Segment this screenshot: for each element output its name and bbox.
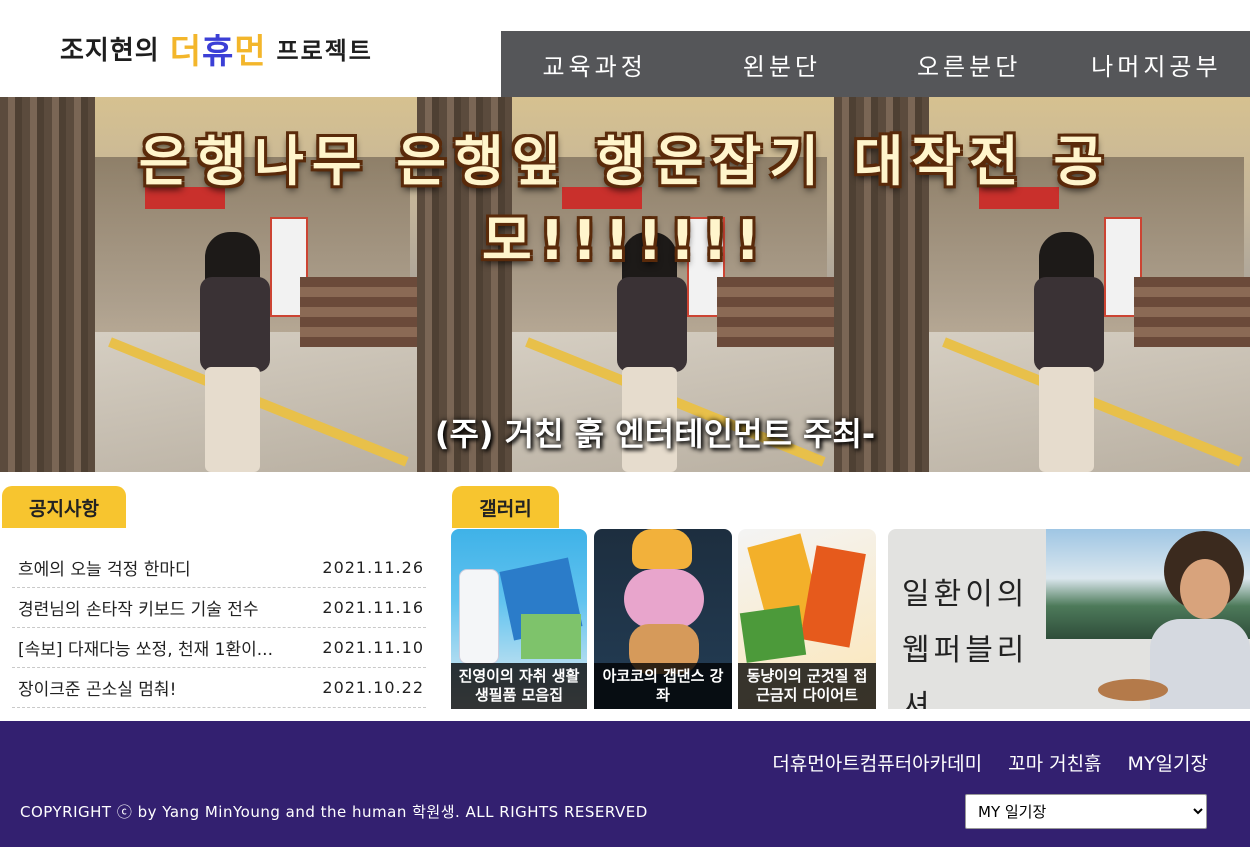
gallery-caption: 아코코의 갭댄스 강좌 (594, 663, 732, 709)
logo-part2: 더휴먼 (170, 24, 267, 73)
nav-left-section[interactable]: 왼분단 (688, 31, 875, 97)
notice-date: 2021.11.10 (322, 638, 424, 657)
logo-char-1: 더 (169, 31, 202, 72)
footer-link-diary[interactable]: MY일기장 (1128, 749, 1208, 776)
notice-title[interactable]: 흐에의 오늘 걱정 한마디 (18, 555, 191, 580)
gallery-caption: 진영이의 자취 생활 생필품 모음집 (451, 663, 587, 709)
notice-date: 2021.11.16 (322, 598, 424, 617)
site-header: 조지현의 더휴먼 프로젝트 교육과정 왼분단 오른분단 나머지공부 (0, 0, 1250, 97)
hero-banner: 은행나무 은행잎 행운잡기 대작전 공모!!!!!!! (주) 거친 흙 엔터테… (0, 97, 1250, 472)
notice-row[interactable]: [속보] 다재다능 쏘정, 천재 1환이... 2021.11.10 (12, 628, 426, 668)
notice-title[interactable]: [속보] 다재다능 쏘정, 천재 1환이... (18, 635, 273, 660)
site-footer: 더휴먼아트컴퓨터아카데미 꼬마 거친흙 MY일기장 COPYRIGHT ⓒ by… (0, 721, 1250, 847)
notice-date: 2021.10.22 (322, 678, 424, 697)
copyright-text: COPYRIGHT ⓒ by Yang MinYoung and the hum… (20, 803, 648, 821)
logo-char-2: 휴 (201, 31, 235, 72)
logo-char-3: 먼 (234, 31, 267, 72)
banner-subtitle: (주) 거친 흙 엔터테인먼트 주최- (434, 415, 876, 453)
nav-curriculum[interactable]: 교육과정 (501, 31, 688, 97)
nav-right-section[interactable]: 오른분단 (876, 31, 1063, 97)
nav-extra-study[interactable]: 나머지공부 (1063, 31, 1250, 97)
notice-row[interactable]: 경련님의 손타작 키보드 기술 전수 2021.11.16 (12, 588, 426, 628)
gallery-featured-text: 일환이의 웹퍼블리셔 (902, 577, 1029, 709)
notice-tab[interactable]: 공지사항 (2, 486, 126, 528)
main-nav: 교육과정 왼분단 오른분단 나머지공부 (501, 31, 1250, 97)
logo-part3: 프로젝트 (276, 36, 373, 65)
gallery-tab[interactable]: 갤러리 (452, 486, 559, 528)
gallery-item-3[interactable]: 동냥이의 군것질 접근금지 다이어트 (738, 529, 876, 709)
notice-row[interactable]: 흐에의 오늘 걱정 한마디 2021.11.26 (12, 548, 426, 588)
gallery-item-2[interactable]: 아코코의 갭댄스 강좌 (594, 529, 732, 709)
banner-title: 은행나무 은행잎 행운잡기 대작전 공모!!!!!!! (138, 130, 1112, 272)
logo-part1: 조지현의 (60, 35, 160, 66)
notice-date: 2021.11.26 (322, 558, 424, 577)
notice-title[interactable]: 경련님의 손타작 키보드 기술 전수 (18, 595, 259, 620)
footer-link-kid[interactable]: 꼬마 거친흙 (1008, 749, 1101, 776)
site-select[interactable]: MY 일기장 (965, 794, 1207, 829)
notice-list: 흐에의 오늘 걱정 한마디 2021.11.26 경련님의 손타작 키보드 기술… (12, 548, 426, 708)
gallery-caption: 동냥이의 군것질 접근금지 다이어트 (738, 663, 876, 709)
notice-title[interactable]: 장이크준 곤소실 멈춰! (18, 675, 176, 700)
gallery-item-1[interactable]: 진영이의 자취 생활 생필품 모음집 (451, 529, 587, 709)
footer-links: 더휴먼아트컴퓨터아카데미 꼬마 거친흙 MY일기장 (772, 749, 1208, 776)
footer-link-academy[interactable]: 더휴먼아트컴퓨터아카데미 (772, 749, 982, 776)
notice-row[interactable]: 장이크준 곤소실 멈춰! 2021.10.22 (12, 668, 426, 708)
site-logo[interactable]: 조지현의 더휴먼 프로젝트 (60, 22, 373, 74)
gallery-item-4[interactable]: 일환이의 웹퍼블리셔 (888, 529, 1250, 709)
